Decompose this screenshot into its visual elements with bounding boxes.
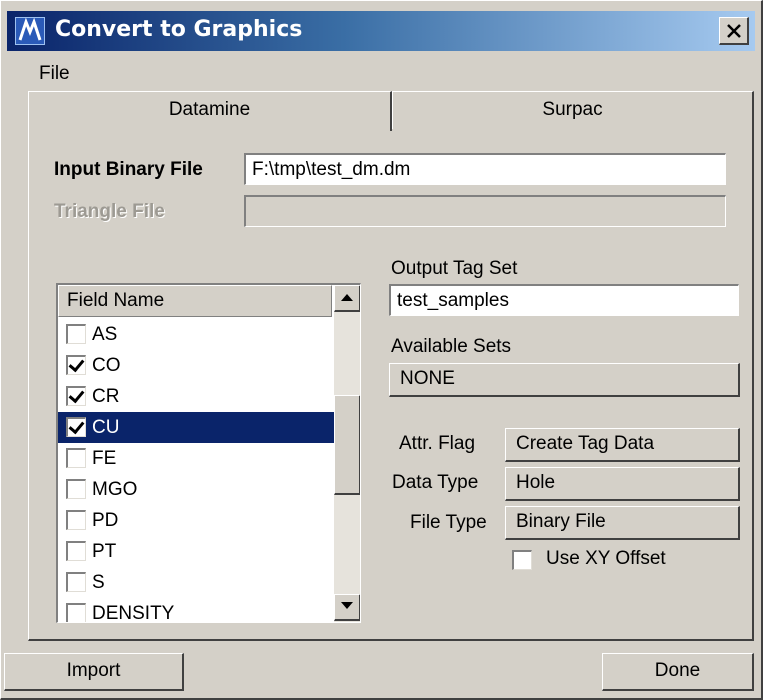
use-xy-offset-label: Use XY Offset: [546, 548, 666, 569]
triangle-file-field: [244, 195, 726, 227]
scroll-up-arrow-icon: [341, 294, 353, 301]
checkbox[interactable]: [66, 510, 86, 530]
list-item[interactable]: PD: [58, 505, 334, 536]
input-binary-file-label: Input Binary File: [54, 159, 203, 180]
attr-flag-label: Attr. Flag: [399, 433, 476, 454]
list-item[interactable]: MGO: [58, 474, 334, 505]
checkbox[interactable]: [66, 603, 86, 622]
close-icon: [726, 24, 741, 38]
checkbox[interactable]: [66, 355, 86, 375]
data-type-dropdown[interactable]: Hole: [505, 467, 740, 501]
menu-bar: File: [33, 63, 76, 85]
checkbox[interactable]: [66, 479, 86, 499]
app-logo-icon: [15, 17, 45, 45]
list-item[interactable]: PT: [58, 536, 334, 567]
close-button[interactable]: [719, 17, 749, 45]
window-title: Convert to Graphics: [55, 17, 303, 42]
field-list-scrollbar[interactable]: [334, 285, 360, 622]
menu-file[interactable]: File: [33, 63, 76, 85]
list-item[interactable]: CR: [58, 381, 334, 412]
tab-datamine[interactable]: Datamine: [28, 91, 392, 131]
list-item[interactable]: AS: [58, 319, 334, 350]
field-name-header[interactable]: Field Name: [58, 285, 332, 317]
title-bar[interactable]: Convert to Graphics: [7, 11, 755, 51]
list-item[interactable]: DENSITY: [58, 598, 334, 622]
checkbox[interactable]: [66, 572, 86, 592]
list-item-selected[interactable]: CU: [58, 412, 334, 443]
triangle-file-label: Triangle File: [54, 201, 165, 222]
input-binary-file-field[interactable]: F:\tmp\test_dm.dm: [244, 153, 726, 185]
available-sets-label: Available Sets: [391, 336, 512, 357]
scroll-thumb[interactable]: [334, 395, 360, 495]
field-name-rows: AS CO CR CU FE MGO PD PT S DENSITY: [58, 319, 334, 622]
file-type-label: File Type: [410, 512, 487, 533]
list-item[interactable]: S: [58, 567, 334, 598]
list-item[interactable]: CO: [58, 350, 334, 381]
list-item[interactable]: FE: [58, 443, 334, 474]
dialog-window: Convert to Graphics File Datamine Surpac…: [0, 0, 763, 700]
field-name-list[interactable]: Field Name AS CO CR CU FE MGO PD PT S DE…: [56, 283, 361, 623]
checkbox[interactable]: [66, 448, 86, 468]
checkbox[interactable]: [66, 324, 86, 344]
data-type-label: Data Type: [392, 472, 479, 493]
checkbox[interactable]: [66, 417, 86, 437]
checkbox[interactable]: [66, 386, 86, 406]
attr-flag-dropdown[interactable]: Create Tag Data: [505, 428, 740, 462]
use-xy-offset-checkbox[interactable]: [512, 550, 532, 570]
output-tag-set-label: Output Tag Set: [391, 258, 518, 279]
import-button[interactable]: Import: [4, 653, 184, 691]
available-sets-dropdown[interactable]: NONE: [389, 363, 740, 397]
scroll-down-button[interactable]: [334, 594, 360, 621]
scroll-up-button[interactable]: [334, 285, 360, 312]
scroll-down-arrow-icon: [341, 602, 353, 609]
checkbox[interactable]: [66, 541, 86, 561]
done-button[interactable]: Done: [602, 653, 754, 691]
output-tag-set-field[interactable]: test_samples: [389, 284, 739, 316]
file-type-dropdown[interactable]: Binary File: [505, 506, 740, 540]
tab-surpac[interactable]: Surpac: [392, 91, 754, 129]
